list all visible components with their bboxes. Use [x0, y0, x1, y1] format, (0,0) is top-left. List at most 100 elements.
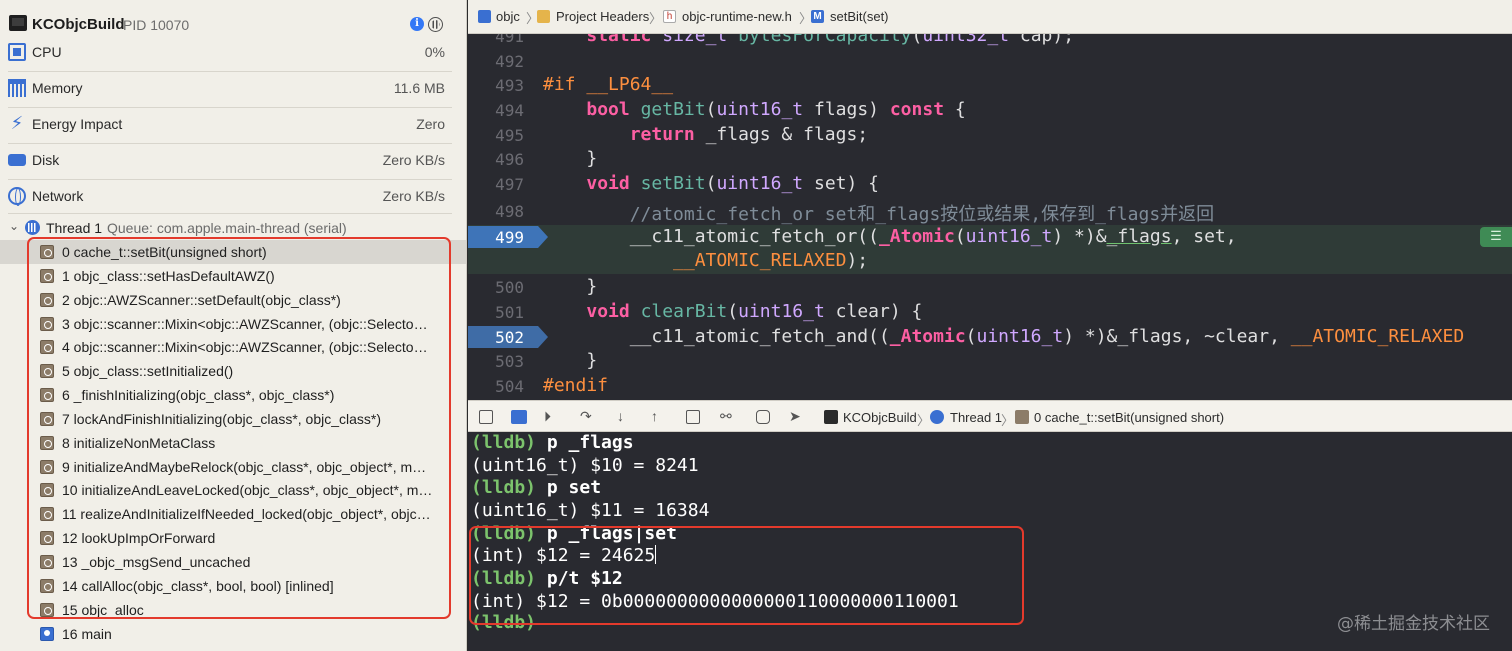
step-out-icon[interactable]: ↑ [651, 408, 658, 424]
code-line: 492 [495, 52, 524, 71]
stack-frame-label: 15 objc_alloc [62, 601, 144, 618]
stack-frame-row[interactable]: 7 lockAndFinishInitializing(objc_class*,… [0, 407, 466, 431]
environment-overrides-icon[interactable] [756, 410, 770, 424]
console-line[interactable]: (lldb) [471, 612, 536, 634]
stack-frame-row[interactable]: 4 objc::scanner::Mixin<objc::AWZScanner,… [0, 335, 466, 359]
gauge-network[interactable]: Network Zero KB/s [0, 179, 466, 213]
code-line: 496 } [495, 148, 598, 169]
source-editor[interactable]: 491 static size_t bytesForCapacity(uint3… [468, 34, 1512, 400]
stack-frame-row[interactable]: 3 objc::scanner::Mixin<objc::AWZScanner,… [0, 312, 466, 336]
hide-debug-area-icon[interactable] [479, 410, 493, 424]
gauge-memory[interactable]: Memory 11.6 MB [0, 71, 466, 105]
code-line: 493 #if __LP64__ [495, 74, 674, 95]
code-line: 500 } [495, 276, 598, 297]
debug-frame[interactable]: 0 cache_t::setBit(unsigned short) [1034, 410, 1224, 425]
chevron-right-icon: 〉 [1001, 413, 1015, 428]
system-frame-icon [40, 411, 54, 426]
thread-icon [930, 410, 944, 424]
view-hierarchy-icon[interactable] [686, 410, 700, 424]
app-icon [824, 410, 838, 424]
gauge-energy[interactable]: ⚡︎ Energy Impact Zero [0, 107, 466, 141]
stack-frame-row[interactable]: 0 cache_t::setBit(unsigned short) [0, 240, 466, 264]
stack-frame-row[interactable]: 11 realizeAndInitializeIfNeeded_locked(o… [0, 502, 466, 526]
app-icon [9, 15, 27, 31]
system-frame-icon [40, 531, 54, 546]
code-line: 504 #endif [495, 375, 609, 396]
thread-queue: Queue: com.apple.main-thread (serial) [107, 220, 347, 236]
stack-frame-label: 4 objc::scanner::Mixin<objc::AWZScanner,… [62, 339, 428, 356]
stack-frame-row[interactable]: 2 objc::AWZScanner::setDefault(objc_clas… [0, 288, 466, 312]
memory-graph-icon[interactable]: ⚯ [720, 408, 732, 425]
chevron-down-icon[interactable]: ⌄ [9, 219, 19, 233]
user-code-icon [40, 626, 54, 641]
breadcrumb-item[interactable]: objc [496, 9, 520, 24]
breadcrumb-item[interactable]: Project Headers [556, 9, 649, 24]
stack-frame-row[interactable]: 14 callAlloc(objc_class*, bool, bool) [i… [0, 574, 466, 598]
system-frame-icon [40, 388, 54, 403]
process-name: KCObjcBuild [32, 16, 125, 33]
thread-view-icon[interactable] [428, 17, 443, 32]
project-icon [478, 10, 491, 23]
debug-thread[interactable]: Thread 1 [950, 410, 1002, 425]
stack-frame-row[interactable]: 13 _objc_msgSend_uncached [0, 550, 466, 574]
stack-frame-label: 1 objc_class::setHasDefaultAWZ() [62, 267, 275, 284]
continue-icon[interactable]: ⏵︎ [544, 408, 551, 425]
thread-icon [25, 220, 40, 235]
bolt-icon: ⚡︎ [10, 113, 24, 134]
chevron-right-icon: 〉 [917, 413, 931, 428]
stack-frame-row[interactable]: 12 lookUpImpOrForward [0, 526, 466, 550]
system-frame-icon [40, 602, 54, 617]
gauge-value: Zero [416, 116, 445, 132]
console-result: (int) $12 = 0b00000000000000001100000001… [471, 591, 959, 612]
location-icon[interactable]: ➤ [789, 408, 801, 425]
debug-target[interactable]: KCObjcBuild [843, 410, 917, 425]
stack-frame-row[interactable]: 5 objc_class::setInitialized() [0, 359, 466, 383]
menu-icon[interactable]: ☰ [1480, 227, 1512, 247]
console-result: (uint16_t) $11 = 16384 [471, 500, 710, 521]
gauge-cpu[interactable]: CPU 0% [0, 35, 466, 69]
step-over-icon[interactable]: ↷ [580, 408, 592, 425]
system-frame-icon [40, 483, 54, 498]
stack-frame-row[interactable]: 8 initializeNonMetaClass [0, 431, 466, 455]
gauge-value: 0% [424, 44, 445, 60]
thread-row[interactable]: ⌄ Thread 1 Queue: com.apple.main-thread … [0, 217, 466, 239]
step-into-icon[interactable]: ↓ [617, 408, 624, 424]
breadcrumb-item[interactable]: objc-runtime-new.h [682, 9, 792, 24]
gauge-value: Zero KB/s [382, 188, 445, 204]
system-frame-icon [40, 364, 54, 379]
code-line: 491 static size_t bytesForCapacity(uint3… [495, 34, 1075, 46]
stack-frame-label: 3 objc::scanner::Mixin<objc::AWZScanner,… [62, 315, 428, 332]
text-cursor [655, 545, 657, 564]
watermark: @稀土掘金技术社区 [1337, 614, 1490, 634]
stack-frame-label: 7 lockAndFinishInitializing(objc_class*,… [62, 410, 382, 427]
stack-frame-label: 2 objc::AWZScanner::setDefault(objc_clas… [62, 291, 341, 308]
stack-frame-row[interactable]: 16 main [0, 622, 466, 646]
method-icon: M [811, 10, 824, 23]
gauge-disk[interactable]: Disk Zero KB/s [0, 143, 466, 177]
breadcrumb-item[interactable]: setBit(set) [830, 9, 889, 24]
stack-frame-row[interactable]: 15 objc_alloc [0, 598, 466, 622]
code-line: 501 void clearBit(uint16_t clear) { [495, 301, 923, 322]
stack-frame-label: 12 lookUpImpOrForward [62, 530, 216, 547]
stack-frame-label: 8 initializeNonMetaClass [62, 434, 216, 451]
stack-frame-label: 6 _finishInitializing(objc_class*, objc_… [62, 387, 335, 404]
stack-frame-row[interactable]: 9 initializeAndMaybeRelock(objc_class*, … [0, 455, 466, 479]
breakpoints-toggle-icon[interactable] [511, 410, 527, 424]
stack-frame-row[interactable]: 6 _finishInitializing(objc_class*, objc_… [0, 383, 466, 407]
gauge-label: CPU [32, 44, 62, 60]
divider [8, 213, 452, 214]
folder-icon [537, 10, 550, 23]
system-frame-icon [40, 507, 54, 522]
stack-frame-label: 13 _objc_msgSend_uncached [62, 553, 251, 570]
gauge-label: Memory [32, 80, 83, 96]
lldb-console[interactable]: (lldb) p _flags (uint16_t) $10 = 8241 (lld… [468, 432, 1512, 651]
info-icon[interactable]: i [410, 17, 424, 31]
globe-icon [8, 187, 26, 206]
stack-frame-list: 0 cache_t::setBit(unsigned short)1 objc_… [0, 240, 466, 646]
system-frame-icon [40, 316, 54, 331]
stack-frame-row[interactable]: 10 initializeAndLeaveLocked(objc_class*,… [0, 478, 466, 502]
stack-frame-row[interactable]: 1 objc_class::setHasDefaultAWZ() [0, 264, 466, 288]
stack-frame-label: 14 callAlloc(objc_class*, bool, bool) [i… [62, 577, 334, 594]
console-command: (lldb) p _flags [471, 432, 634, 453]
process-pid: PID 10070 [123, 17, 190, 33]
